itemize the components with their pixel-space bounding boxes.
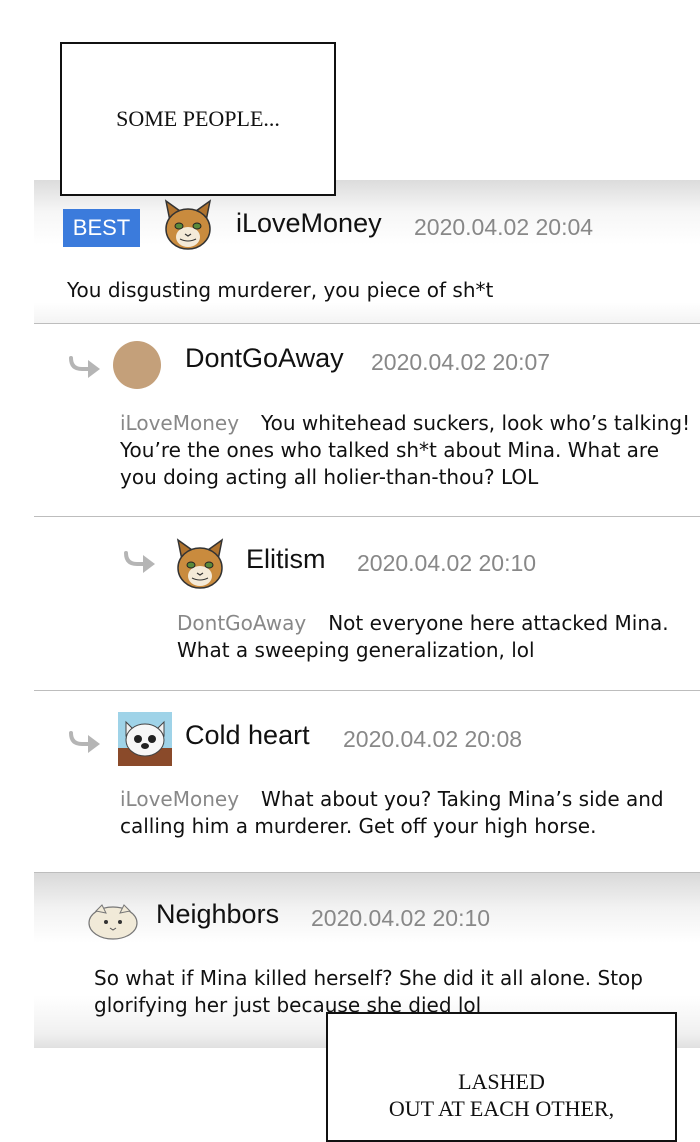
comment-text: iLoveMoney What about you? Taking Mina’s …: [120, 786, 700, 840]
caption-box-top: SOME PEOPLE...: [60, 42, 336, 196]
seal-face-avatar: [88, 904, 138, 940]
best-badge: BEST: [63, 209, 140, 247]
reply-arrow-icon: [69, 356, 100, 378]
timestamp: 2020.04.02 20:10: [311, 905, 491, 931]
timestamp: 2020.04.02 20:08: [343, 726, 523, 752]
comment-panel: BEST iLoveMoney 2020.04.02 20:04 You dis…: [34, 180, 700, 1048]
reply-comment: Cold heart 2020.04.02 20:08 iLoveMoney Wh…: [34, 691, 700, 873]
reply-comment: Elitism 2020.04.02 20:10 DontGoAway Not e…: [34, 517, 700, 691]
mention[interactable]: iLoveMoney: [120, 787, 239, 811]
comment-text: DontGoAway Not everyone here attacked Min…: [177, 610, 697, 664]
comment-text: You disgusting murderer, you piece of sh…: [67, 278, 494, 302]
timestamp: 2020.04.02 20:10: [357, 550, 537, 576]
mention[interactable]: DontGoAway: [177, 611, 306, 635]
username[interactable]: iLoveMoney: [236, 208, 382, 239]
cat-face-icon: [176, 538, 224, 589]
white-cat-avatar: [118, 712, 172, 766]
reply-comment: DontGoAway 2020.04.02 20:07 iLoveMoney Yo…: [34, 324, 700, 517]
brown-circle-avatar: [113, 341, 161, 389]
caption-box-bottom: LASHED OUT AT EACH OTHER,: [326, 1012, 677, 1142]
reply-arrow-icon: [124, 551, 155, 573]
username[interactable]: Neighbors: [156, 899, 279, 930]
timestamp: 2020.04.02 20:07: [371, 349, 551, 375]
username[interactable]: Cold heart: [185, 720, 310, 751]
caption-text-line1: LASHED: [458, 1069, 545, 1094]
comment-best: BEST iLoveMoney 2020.04.02 20:04 You dis…: [34, 180, 700, 324]
cat-face-icon: [164, 199, 212, 250]
comment-text: So what if Mina killed herself? She did …: [94, 966, 643, 1017]
caption-text-line2: OUT AT EACH OTHER,: [388, 1096, 615, 1121]
username[interactable]: Elitism: [246, 544, 326, 575]
mention[interactable]: iLoveMoney: [120, 411, 239, 435]
timestamp: 2020.04.02 20:04: [414, 214, 594, 240]
reply-arrow-icon: [69, 731, 100, 753]
comment-text: iLoveMoney You whitehead suckers, look wh…: [120, 410, 700, 491]
caption-text: SOME PEOPLE...: [116, 106, 280, 131]
username[interactable]: DontGoAway: [185, 343, 344, 374]
